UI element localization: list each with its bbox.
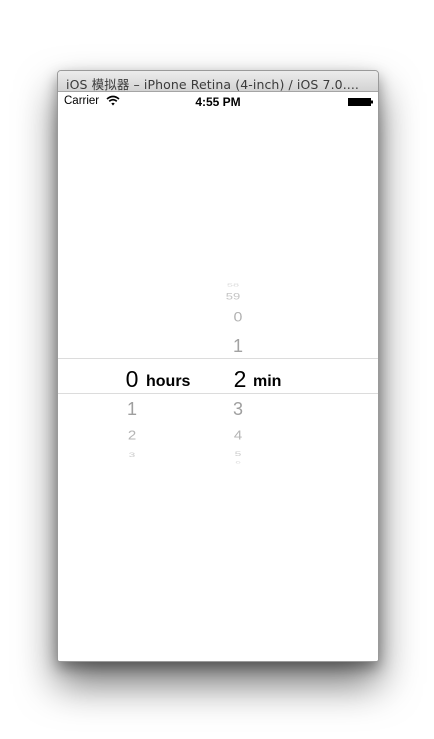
ios-screen: Carrier 4:55 PM 0 hours 1 2 3 58 59 0 1 … xyxy=(58,92,378,661)
hours-option[interactable]: 3 xyxy=(122,452,142,459)
window-title-bar[interactable]: iOS 模拟器 – iPhone Retina (4-inch) / iOS 7… xyxy=(58,71,378,92)
status-bar: Carrier 4:55 PM xyxy=(58,92,378,112)
minutes-unit-label: min xyxy=(253,373,282,390)
hours-option[interactable]: 2 xyxy=(122,429,142,442)
minutes-option[interactable]: 1 xyxy=(226,337,250,355)
desktop-background: iOS 模拟器 – iPhone Retina (4-inch) / iOS 7… xyxy=(0,0,434,739)
countdown-timer-picker[interactable]: 0 hours 1 2 3 58 59 0 1 2 min 3 4 5 6 xyxy=(58,282,378,467)
minutes-option[interactable]: 5 xyxy=(226,451,250,458)
hours-option[interactable]: 1 xyxy=(122,400,142,418)
status-time: 4:55 PM xyxy=(195,95,241,109)
hours-selected-value[interactable]: 0 xyxy=(122,368,142,391)
minutes-option[interactable]: 3 xyxy=(226,400,250,418)
hours-unit-label: hours xyxy=(146,373,191,390)
battery-icon xyxy=(348,98,373,106)
minutes-option[interactable]: 0 xyxy=(226,311,250,325)
minutes-option[interactable]: 58 xyxy=(221,283,245,287)
minutes-option[interactable]: 59 xyxy=(221,292,245,301)
minutes-option[interactable]: 6 xyxy=(226,461,250,465)
selection-indicator-top xyxy=(58,358,378,359)
minutes-selected-value[interactable]: 2 xyxy=(228,368,252,391)
simulator-window: iOS 模拟器 – iPhone Retina (4-inch) / iOS 7… xyxy=(57,70,379,662)
minutes-option[interactable]: 4 xyxy=(226,429,250,442)
selection-indicator-bottom xyxy=(58,393,378,394)
window-title: iOS 模拟器 – iPhone Retina (4-inch) / iOS 7… xyxy=(66,77,359,92)
